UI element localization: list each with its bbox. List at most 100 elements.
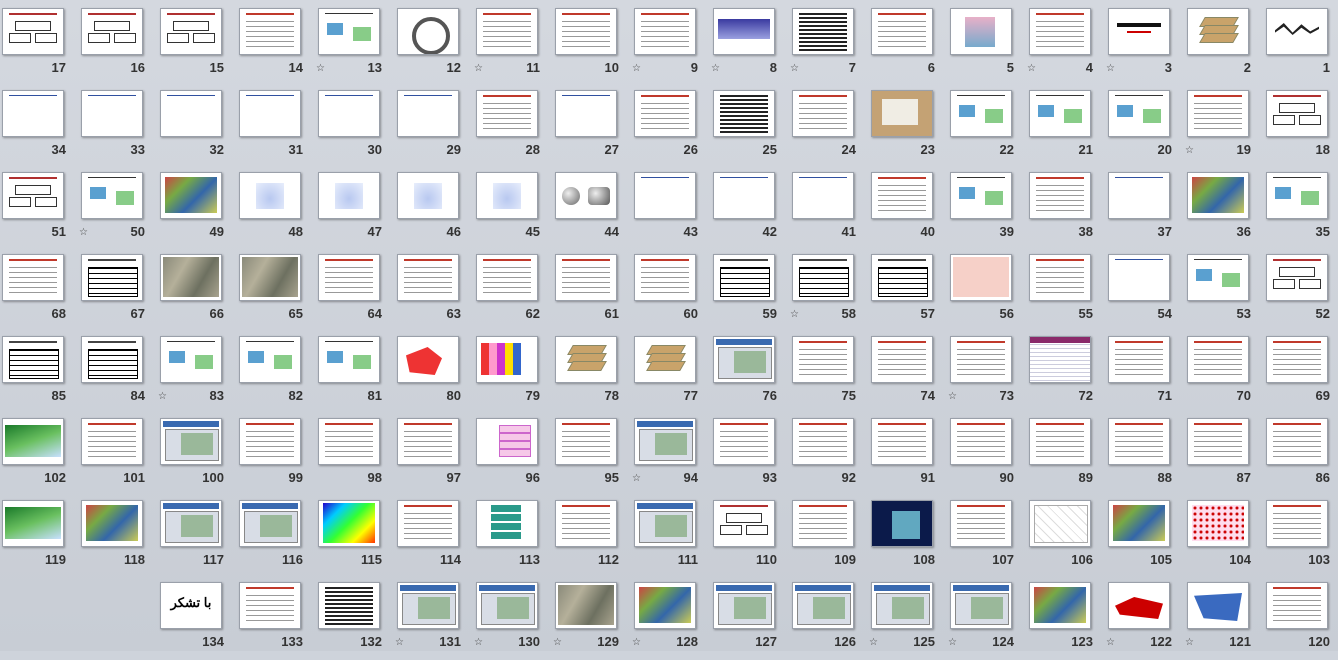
slide-125[interactable]: 125 ☆ — [867, 582, 943, 660]
slide-thumbnail[interactable] — [239, 336, 301, 383]
slide-thumbnail[interactable] — [2, 336, 64, 383]
slide-thumbnail[interactable] — [160, 500, 222, 547]
slide-thumbnail[interactable] — [871, 254, 933, 301]
star-icon[interactable]: ☆ — [158, 392, 167, 402]
slide-119[interactable]: 119 — [0, 500, 74, 578]
slide-thumbnail[interactable] — [397, 582, 459, 629]
slide-89[interactable]: 89 — [1025, 418, 1101, 496]
slide-thumbnail[interactable] — [476, 336, 538, 383]
slide-96[interactable]: 96 — [472, 418, 548, 496]
slide-37[interactable]: 37 — [1104, 172, 1180, 250]
slide-thumbnail[interactable] — [2, 500, 64, 547]
star-icon[interactable]: ☆ — [869, 638, 878, 648]
slide-72[interactable]: 72 — [1025, 336, 1101, 414]
slide-thumbnail[interactable] — [950, 582, 1012, 629]
slide-thumbnail[interactable] — [1187, 500, 1249, 547]
slide-58[interactable]: 58 ☆ — [788, 254, 864, 332]
slide-thumbnail[interactable] — [160, 172, 222, 219]
slide-thumbnail[interactable] — [634, 336, 696, 383]
star-icon[interactable]: ☆ — [553, 638, 562, 648]
slide-thumbnail[interactable] — [1266, 8, 1328, 55]
slide-thumbnail[interactable] — [397, 90, 459, 137]
slide-thumbnail[interactable] — [81, 500, 143, 547]
slide-84[interactable]: 84 — [77, 336, 153, 414]
slide-36[interactable]: 36 — [1183, 172, 1259, 250]
slide-7[interactable]: 7 ☆ — [788, 8, 864, 86]
slide-thumbnail[interactable] — [318, 582, 380, 629]
slide-110[interactable]: 110 — [709, 500, 785, 578]
slide-thumbnail[interactable] — [2, 172, 64, 219]
slide-thumbnail[interactable] — [1266, 254, 1328, 301]
slide-33[interactable]: 33 — [77, 90, 153, 168]
slide-thumbnail[interactable] — [476, 90, 538, 137]
slide-32[interactable]: 32 — [156, 90, 232, 168]
star-icon[interactable]: ☆ — [632, 638, 641, 648]
slide-thumbnail[interactable] — [555, 582, 617, 629]
slide-10[interactable]: 10 — [551, 8, 627, 86]
star-icon[interactable]: ☆ — [790, 64, 799, 74]
slide-thumbnail[interactable] — [555, 90, 617, 137]
slide-124[interactable]: 124 ☆ — [946, 582, 1022, 660]
slide-thumbnail[interactable] — [713, 8, 775, 55]
slide-thumbnail[interactable] — [1266, 336, 1328, 383]
slide-21[interactable]: 21 — [1025, 90, 1101, 168]
slide-20[interactable]: 20 — [1104, 90, 1180, 168]
slide-thumbnail[interactable] — [871, 172, 933, 219]
slide-thumbnail[interactable] — [1029, 418, 1091, 465]
slide-15[interactable]: 15 — [156, 8, 232, 86]
slide-thumbnail[interactable] — [239, 582, 301, 629]
star-icon[interactable]: ☆ — [1027, 64, 1036, 74]
slide-42[interactable]: 42 — [709, 172, 785, 250]
star-icon[interactable]: ☆ — [632, 474, 641, 484]
slide-thumbnail[interactable] — [713, 90, 775, 137]
slide-80[interactable]: 80 — [393, 336, 469, 414]
slide-thumbnail[interactable] — [1108, 582, 1170, 629]
slide-thumbnail[interactable] — [713, 418, 775, 465]
slide-thumbnail[interactable] — [634, 500, 696, 547]
slide-19[interactable]: 19 ☆ — [1183, 90, 1259, 168]
slide-16[interactable]: 16 — [77, 8, 153, 86]
slide-thumbnail[interactable] — [792, 172, 854, 219]
slide-thumbnail[interactable] — [476, 582, 538, 629]
slide-thumbnail[interactable] — [713, 336, 775, 383]
slide-117[interactable]: 117 — [156, 500, 232, 578]
slide-67[interactable]: 67 — [77, 254, 153, 332]
slide-thumbnail[interactable] — [318, 500, 380, 547]
slide-100[interactable]: 100 — [156, 418, 232, 496]
slide-thumbnail[interactable] — [1187, 8, 1249, 55]
slide-54[interactable]: 54 — [1104, 254, 1180, 332]
slide-thumbnail[interactable]: با تشکر — [160, 582, 222, 629]
slide-thumbnail[interactable] — [318, 8, 380, 55]
slide-thumbnail[interactable] — [397, 254, 459, 301]
slide-thumbnail[interactable] — [1187, 582, 1249, 629]
slide-thumbnail[interactable] — [713, 582, 775, 629]
slide-1[interactable]: 1 — [1262, 8, 1338, 86]
slide-thumbnail[interactable] — [239, 172, 301, 219]
slide-thumbnail[interactable] — [81, 336, 143, 383]
slide-thumbnail[interactable] — [476, 500, 538, 547]
slide-109[interactable]: 109 — [788, 500, 864, 578]
slide-43[interactable]: 43 — [630, 172, 706, 250]
slide-25[interactable]: 25 — [709, 90, 785, 168]
slide-thumbnail[interactable] — [318, 254, 380, 301]
slide-45[interactable]: 45 — [472, 172, 548, 250]
slide-thumbnail[interactable] — [1187, 336, 1249, 383]
slide-114[interactable]: 114 — [393, 500, 469, 578]
slide-thumbnail[interactable] — [1029, 254, 1091, 301]
slide-thumbnail[interactable] — [555, 500, 617, 547]
slide-122[interactable]: 122 ☆ — [1104, 582, 1180, 660]
slide-59[interactable]: 59 — [709, 254, 785, 332]
slide-62[interactable]: 62 — [472, 254, 548, 332]
slide-thumbnail[interactable] — [950, 500, 1012, 547]
slide-thumbnail[interactable] — [397, 500, 459, 547]
slide-134[interactable]: با تشکر 134 — [156, 582, 232, 660]
slide-95[interactable]: 95 — [551, 418, 627, 496]
slide-74[interactable]: 74 — [867, 336, 943, 414]
slide-13[interactable]: 13 ☆ — [314, 8, 390, 86]
slide-106[interactable]: 106 — [1025, 500, 1101, 578]
slide-thumbnail[interactable] — [950, 336, 1012, 383]
star-icon[interactable]: ☆ — [474, 64, 483, 74]
slide-thumbnail[interactable] — [1108, 172, 1170, 219]
slide-17[interactable]: 17 — [0, 8, 74, 86]
slide-thumbnail[interactable] — [318, 336, 380, 383]
